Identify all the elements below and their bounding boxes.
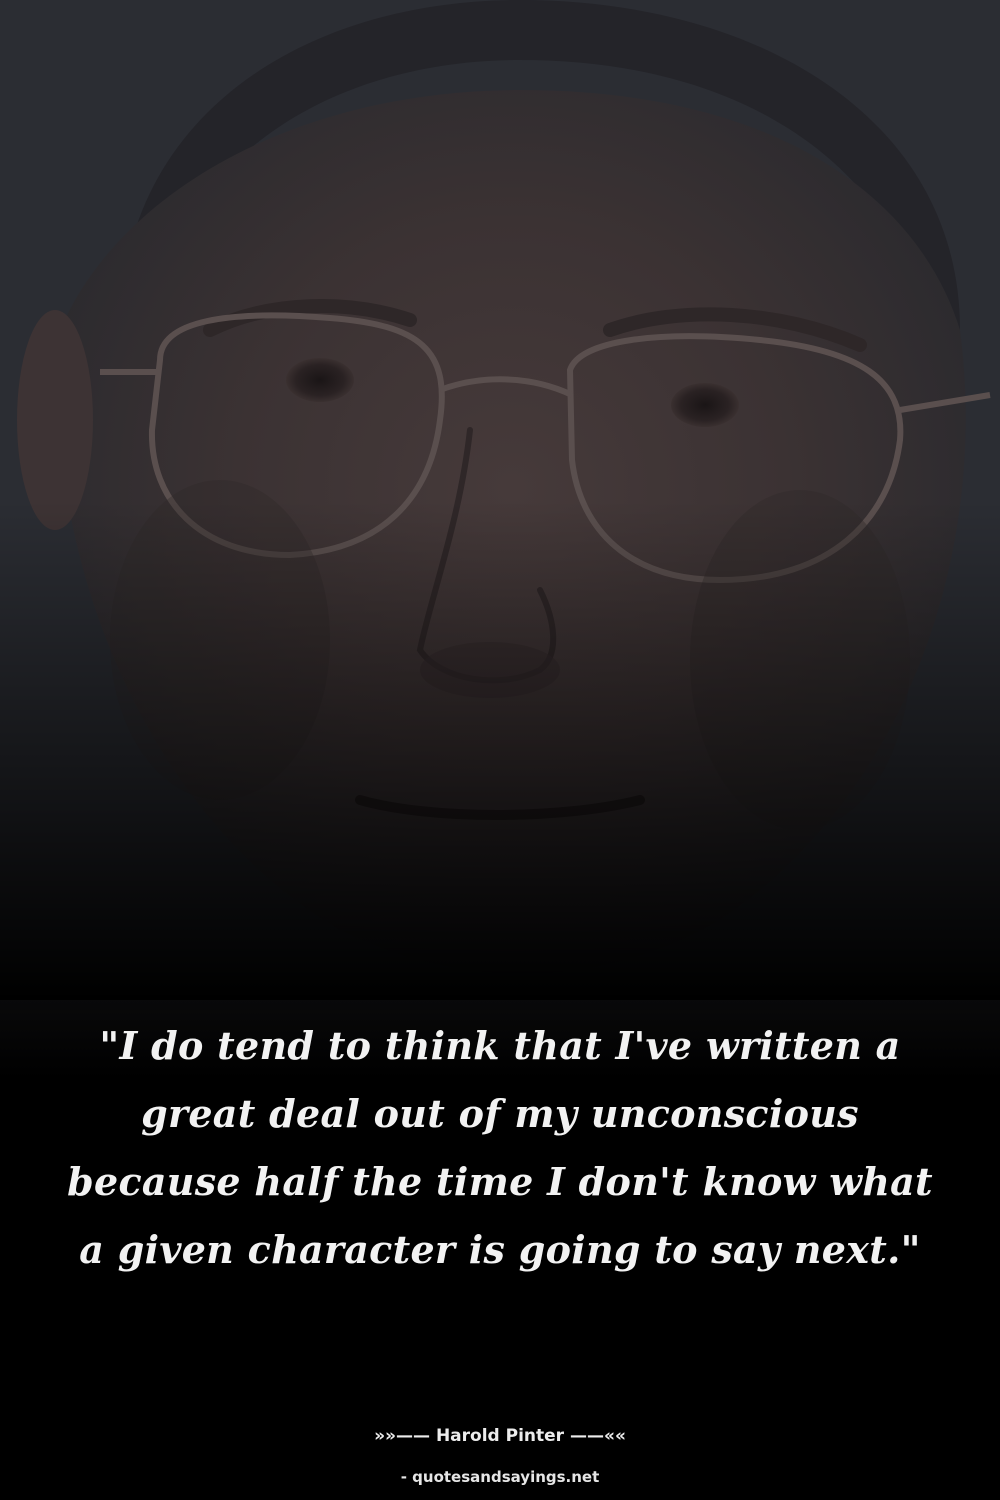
source-credit: - quotesandsayings.net <box>400 1468 600 1486</box>
quote-text: "I do tend to think that I've written a … <box>67 1023 933 1272</box>
portrait-photo <box>0 0 1000 1000</box>
quote-poster: "I do tend to think that I've written a … <box>0 0 1000 1500</box>
author-attribution: »»—— Harold Pinter ——«« <box>374 1426 626 1446</box>
